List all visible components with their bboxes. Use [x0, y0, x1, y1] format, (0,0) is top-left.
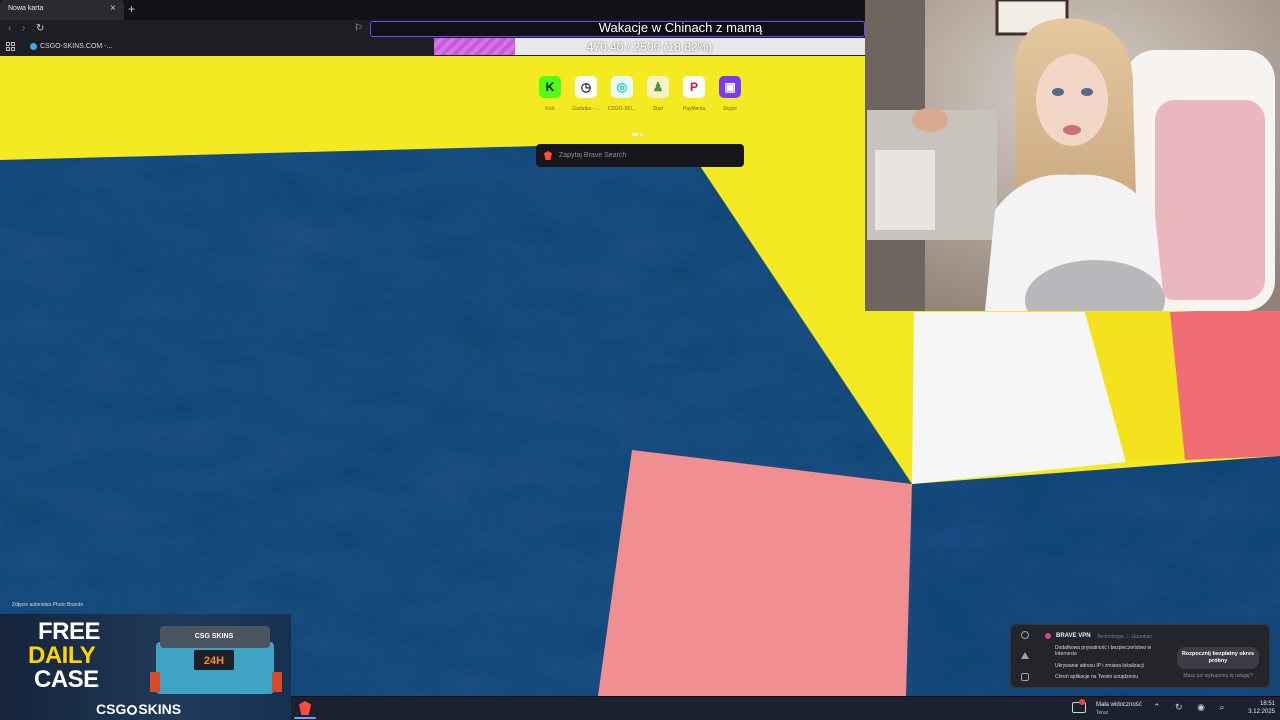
speed-dial-3[interactable]: ♟ Start [643, 76, 673, 112]
brave-search-box[interactable]: Zapytaj Brave Search [536, 144, 744, 167]
brave-vpn-popup: BRAVE VPN Technologia ⓘ Guardian Dodatko… [1010, 624, 1270, 688]
reload-icon[interactable]: ↻ [36, 23, 44, 34]
brave-taskbar-icon[interactable] [299, 701, 311, 715]
speed-dial-0[interactable]: K Kick [535, 76, 565, 112]
system-tray-icons[interactable]: ⌃ ↻ ◉ ⌕ [1153, 702, 1230, 713]
vpn-feature: Ukrywanie adresu IP i zmiana lokalizacji [1055, 663, 1144, 669]
speed-dial-label: Skype [723, 106, 737, 112]
ad-badge: 24H [204, 655, 224, 667]
bookmark-favicon-icon [30, 43, 37, 50]
ad-brand-logo: CSG SKINS [96, 701, 182, 717]
warning-icon [1021, 652, 1029, 659]
monitor-icon [1021, 673, 1029, 681]
speed-dial-4[interactable]: P PayMenta [679, 76, 709, 112]
ad-free-text: FREE [38, 618, 101, 645]
window-icon: ▣ [719, 76, 741, 98]
bookmark-icon[interactable]: ⚐ [354, 23, 363, 34]
goal-progress-text: 470.40 / 2500 (18.82%) [586, 40, 713, 54]
vpn-feature: Chroń aplikacje na Twoim urządzeniu [1055, 674, 1139, 680]
ad-daily-text: DAILY [28, 642, 96, 669]
clock-time: 18:51 [1259, 701, 1275, 707]
clock-icon: ◷ [575, 76, 597, 98]
tab-new-tab[interactable]: Nowa karta × [0, 0, 124, 20]
speed-dial-1[interactable]: ◷ Gadatka - ... [571, 76, 601, 112]
vpn-shield-icon [1021, 631, 1029, 639]
free-daily-case-ad[interactable]: FREE DAILY CASE 24H CSG SKINS CSG SKINS [0, 614, 291, 720]
ad-case-text: CASE [34, 666, 99, 693]
speed-dial-label: Start [652, 106, 664, 112]
notification-title[interactable]: Mała widoczność [1096, 702, 1142, 708]
goal-progress-bar: 470.40 / 2500 (18.82%) [434, 38, 865, 55]
windows-taskbar: Mała widoczność Teraz ⌃ ↻ ◉ ⌕ 18:51 3.12… [291, 697, 1280, 720]
clock[interactable]: 18:51 3.12.2025 [1235, 700, 1275, 716]
notification-badge-icon [1079, 699, 1085, 705]
notification-subtitle: Teraz [1096, 710, 1109, 716]
stream-screen: Nowa karta × + ‹ › ↻ ⚐ CSGO-SKINS.COM -.… [0, 0, 1280, 720]
speed-dial-label: Gadatka - ... [572, 106, 600, 112]
csgo-skins-icon: ◎ [611, 76, 633, 98]
tab-title: Nowa karta [8, 5, 44, 12]
goal-title: Wakacje w Chinach z mamą [598, 20, 763, 35]
webcam-feed [865, 0, 1280, 311]
active-indicator [294, 717, 316, 719]
kick-icon: K [539, 76, 561, 98]
user-icon: ♟ [647, 76, 669, 98]
speed-dial-label: Kick [545, 106, 555, 112]
tab-strip: Nowa karta × + [0, 0, 865, 20]
back-icon[interactable]: ‹ [8, 23, 11, 34]
brave-lion-icon [544, 151, 552, 160]
start-trial-button[interactable]: Rozpocznij bezpłatny okres próbny [1177, 647, 1259, 669]
bookmark-csgo-skins[interactable]: CSGO-SKINS.COM -... [40, 43, 112, 50]
speed-dial-5[interactable]: ▣ Skype [715, 76, 745, 112]
case-chest-icon: 24H CSG SKINS [150, 626, 282, 694]
forward-icon[interactable]: › [22, 23, 25, 34]
speed-dial-2[interactable]: ◎ CSGO-SKI... [607, 76, 637, 112]
close-tab-icon[interactable]: × [110, 3, 116, 14]
already-purchased-link[interactable]: Masz już wykupioną tę usługę? [1177, 673, 1259, 679]
vpn-title: BRAVE VPN [1056, 633, 1091, 639]
vpn-subtitle: Technologia ⓘ Guardian [1097, 634, 1153, 640]
clock-date: 3.12.2025 [1248, 709, 1275, 715]
case-label: CSG SKINS [195, 633, 234, 640]
search-placeholder: Zapytaj Brave Search [559, 152, 627, 159]
vpn-feature: Dodatkowa prywatność i bezpieczeństwo w … [1055, 645, 1152, 657]
photo-credit[interactable]: Zdjęcie autorstwa Photo Brands [12, 602, 83, 608]
brave-vpn-logo-icon [1045, 633, 1051, 639]
speed-dial-pager[interactable] [632, 123, 646, 136]
apps-grid-icon[interactable] [6, 42, 15, 51]
paypal-icon: P [683, 76, 705, 98]
speed-dial-label: PayMenta [682, 106, 706, 112]
speed-dial-label: CSGO-SKI... [607, 106, 637, 112]
new-tab-icon[interactable]: + [128, 2, 135, 16]
